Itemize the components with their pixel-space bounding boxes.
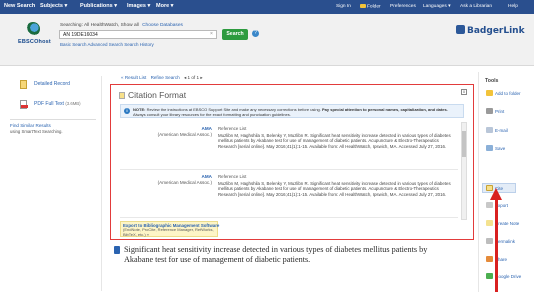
pdf-icon	[20, 100, 28, 109]
citation-ref-label: Reference List	[218, 174, 247, 179]
clear-search-icon[interactable]: ×	[210, 31, 213, 37]
scrollbar-thumb[interactable]	[462, 131, 466, 157]
badgerlink-logo-text: BadgerLink	[467, 26, 525, 36]
find-similar-sub: using SmartText Searching.	[10, 129, 63, 134]
tool-google-drive[interactable]: Google Drive	[486, 273, 521, 279]
link-icon	[486, 238, 493, 244]
annotation-arrow	[495, 198, 498, 292]
citation-style-name: (American Medical Assoc.)	[157, 131, 212, 137]
bookmark-icon	[114, 246, 120, 254]
left-sidebar: Detailed Record PDF Full Text (3.6MB)	[10, 78, 100, 118]
find-similar-title: Find Similar Results	[10, 123, 51, 128]
left-divider	[101, 76, 102, 291]
print-icon	[486, 108, 493, 114]
badger-icon	[456, 25, 465, 34]
folder-add-icon	[486, 90, 493, 96]
citation-style: AMA (American Medical Assoc.)	[120, 174, 212, 185]
citation-icon	[119, 92, 125, 99]
tool-email[interactable]: E-mail	[486, 127, 508, 133]
citation-row: AMA (American Medical Assoc.) Reference …	[120, 122, 458, 170]
refine-search-link[interactable]: Refine Search	[151, 75, 180, 80]
badgerlink-logo: BadgerLink	[456, 25, 525, 36]
pdf-size: (3.6MB)	[65, 101, 81, 106]
searching-databases: Searching: All HealthWatch, Show all Cho…	[60, 23, 183, 28]
citation-row: AMA (American Medical Assoc.) Reference …	[120, 170, 458, 218]
citation-style: AMA (American Medical Assoc.)	[120, 126, 212, 137]
citation-style-abbr: AMA	[201, 174, 212, 179]
tool-print[interactable]: Print	[486, 108, 504, 114]
nav-sign-in[interactable]: Sign In	[336, 4, 351, 9]
email-icon	[486, 127, 493, 133]
citation-note: i NOTE: Review the instructions at EBSCO…	[120, 104, 464, 118]
ebsco-logo-icon	[26, 22, 40, 36]
citation-style-name: (American Medical Assoc.)	[157, 179, 212, 185]
citation-text: Reference List Muzlibn M, Haghshila S, B…	[218, 126, 454, 149]
article-title: Significant heat sensitivity increase de…	[124, 245, 428, 264]
tool-create-note[interactable]: Create Note	[486, 220, 519, 226]
citation-style-abbr: AMA	[201, 126, 212, 131]
search-input[interactable]: AN 19DE16034	[59, 30, 217, 39]
folder-icon	[360, 3, 366, 8]
export-subtitle: (EndNote, ProCite, Reference Manager, Re…	[123, 227, 214, 237]
nav-new-search[interactable]: New Search	[4, 3, 35, 9]
note-icon	[486, 220, 493, 226]
nav-subjects[interactable]: Subjects ▾	[40, 3, 67, 9]
nav-ask-librarian[interactable]: Ask a Librarian	[460, 4, 492, 9]
citation-list: AMA (American Medical Assoc.) Reference …	[120, 122, 458, 219]
nav-more[interactable]: More ▾	[156, 3, 173, 9]
citation-content: Muzlibn M, Haghshila S, Belenky Y, Muzli…	[218, 180, 451, 197]
info-icon: i	[124, 108, 130, 114]
nav-folder-label: Folder	[367, 4, 381, 9]
nav-publications[interactable]: Publications ▾	[80, 3, 117, 9]
citation-scrollbar[interactable]	[461, 122, 467, 220]
nav-images[interactable]: Images ▾	[127, 3, 150, 9]
result-counter[interactable]: ◂ 1 of 1 ▸	[184, 75, 203, 80]
result-list-link[interactable]: « Result List	[121, 75, 146, 80]
top-nav-bar: New Search Subjects ▾ Publications ▾ Ima…	[0, 0, 534, 14]
tool-permalink[interactable]: Permalink	[486, 238, 515, 244]
help-icon[interactable]: ?	[252, 30, 259, 37]
save-icon	[486, 145, 493, 151]
nav-preferences[interactable]: Preferences	[390, 4, 416, 9]
tool-save[interactable]: Save	[486, 145, 505, 151]
nav-folder[interactable]: Folder	[360, 3, 381, 9]
nav-languages[interactable]: Languages ▾	[423, 4, 450, 9]
find-similar-results[interactable]: Find Similar Results using SmartText Sea…	[10, 119, 96, 145]
tools-heading: Tools	[485, 78, 499, 84]
citation-content: Muzlibn M, Haghshila S, Belenky Y, Muzli…	[218, 132, 451, 149]
detailed-record-label: Detailed Record	[34, 81, 70, 87]
tools-divider	[478, 72, 479, 292]
close-icon[interactable]: x	[461, 89, 467, 95]
export-icon	[486, 202, 493, 208]
nav-help[interactable]: Help	[508, 4, 518, 9]
share-icon	[486, 256, 493, 262]
search-options-links[interactable]: Basic Search Advanced Search Search Hist…	[60, 42, 154, 47]
citation-format-title: Citation Format	[128, 90, 187, 100]
pdf-full-text-label: PDF Full Text	[34, 101, 64, 107]
tool-add-to-folder[interactable]: Add to folder	[486, 90, 521, 96]
choose-databases-link[interactable]: Choose Databases	[142, 23, 183, 28]
search-header	[0, 14, 534, 66]
citation-format-heading: Citation Format	[119, 90, 186, 100]
ebsco-logo-text: EBSCOhost	[18, 39, 51, 45]
detailed-record-link[interactable]: Detailed Record	[10, 78, 100, 92]
google-drive-icon	[486, 273, 493, 279]
note-text: NOTE: Review the instructions at EBSCO S…	[133, 107, 448, 117]
pdf-full-text-link[interactable]: PDF Full Text (3.6MB)	[10, 98, 100, 112]
result-navigation: « Result List Refine Search ◂ 1 of 1 ▸	[121, 75, 203, 81]
citation-text: Reference List Muzlibn M, Haghshila S, B…	[218, 174, 454, 197]
document-icon	[20, 80, 27, 89]
citation-ref-label: Reference List	[218, 126, 247, 131]
export-bibliographic[interactable]: Export to Bibliographic Management Softw…	[120, 221, 219, 237]
searching-label: Searching: All HealthWatch, Show all	[60, 23, 139, 28]
citation-format-panel: Citation Format x i NOTE: Review the ins…	[110, 84, 474, 240]
search-button[interactable]: Search	[222, 29, 248, 40]
